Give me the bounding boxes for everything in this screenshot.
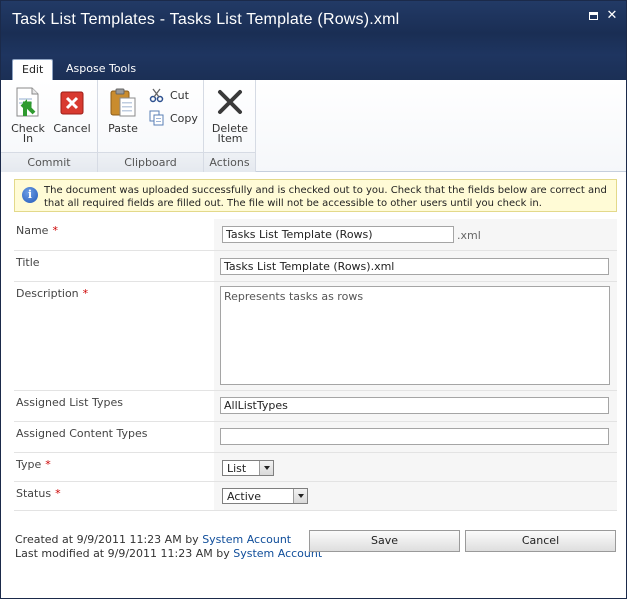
name-input[interactable]: Tasks List Template (Rows): [222, 226, 454, 243]
type-label: Type *: [16, 458, 51, 471]
actions-group: Delete Item Actions: [204, 80, 256, 172]
created-by-link[interactable]: System Account: [202, 533, 291, 546]
cancel-icon: [60, 91, 84, 115]
maximize-icon: [588, 12, 598, 20]
scissors-icon: [149, 88, 164, 103]
copy-label: Copy: [170, 111, 198, 125]
commit-group: Check In Cancel Commit: [1, 80, 98, 172]
assigned-content-types-input[interactable]: [220, 428, 609, 445]
clipboard-group: Paste Cut Copy Clipboard: [98, 80, 204, 172]
paste-label: Paste: [108, 122, 138, 135]
check-in-icon: [16, 87, 39, 117]
assigned-list-types-label: Assigned List Types: [16, 396, 123, 409]
name-label: Name *: [16, 224, 58, 237]
description-label: Description *: [16, 287, 89, 300]
maximize-button[interactable]: [587, 10, 599, 22]
status-row: Status * Active: [14, 482, 617, 511]
dialog: Task List Templates - Tasks List Templat…: [0, 0, 627, 599]
properties-form: Name * Tasks List Template (Rows) .xml Ti…: [14, 219, 617, 511]
cut-button[interactable]: Cut: [149, 86, 189, 104]
assigned-content-types-label: Assigned Content Types: [16, 427, 148, 440]
assigned-list-types-input[interactable]: AllListTypes: [220, 397, 609, 414]
paste-icon: [110, 88, 136, 117]
actions-group-label: Actions: [204, 152, 255, 172]
type-value: List: [227, 462, 247, 475]
commit-group-label: Commit: [1, 152, 97, 172]
status-message-bar: i The document was uploaded successfully…: [14, 179, 617, 212]
delete-label-2: Item: [217, 132, 243, 145]
tab-aspose-tools[interactable]: Aspose Tools: [56, 59, 146, 80]
cancel-label: Cancel: [53, 122, 91, 135]
info-icon: i: [22, 187, 38, 203]
save-button[interactable]: Save: [309, 530, 460, 552]
type-row: Type * List: [14, 453, 617, 482]
cut-label: Cut: [170, 88, 189, 102]
close-button[interactable]: ✕: [606, 8, 618, 23]
clipboard-group-label: Clipboard: [98, 152, 203, 172]
delete-icon: [218, 90, 242, 114]
title-bar: Task List Templates - Tasks List Templat…: [1, 1, 626, 55]
copy-button[interactable]: Copy: [149, 109, 198, 127]
title-row: Title Tasks List Template (Rows).xml: [14, 251, 617, 282]
type-select[interactable]: List: [222, 460, 274, 476]
check-in-button[interactable]: Check In: [8, 86, 48, 144]
close-icon: ✕: [606, 8, 618, 23]
status-label: Status *: [16, 487, 61, 500]
name-row: Name * Tasks List Template (Rows) .xml: [14, 219, 617, 251]
dialog-title: Task List Templates - Tasks List Templat…: [12, 11, 400, 28]
status-value: Active: [227, 490, 262, 503]
assigned-content-types-row: Assigned Content Types: [14, 422, 617, 453]
status-message: The document was uploaded successfully a…: [44, 185, 607, 209]
status-select[interactable]: Active: [222, 488, 308, 504]
paste-button[interactable]: Paste: [103, 86, 143, 134]
chevron-down-icon: [293, 489, 307, 503]
tab-edit[interactable]: Edit: [12, 59, 54, 80]
chevron-down-icon: [259, 461, 273, 475]
ribbon: Check In Cancel Commit Paste Cut Copy Cl…: [1, 80, 626, 172]
description-textarea[interactable]: Represents tasks as rows: [220, 286, 610, 385]
delete-item-button[interactable]: Delete Item: [210, 86, 250, 144]
ribbon-tabs: Edit Aspose Tools: [1, 55, 626, 80]
description-row: Description * Represents tasks as rows: [14, 282, 617, 391]
title-label: Title: [16, 256, 40, 269]
cancel-button[interactable]: Cancel: [465, 530, 616, 552]
ribbon-cancel-button[interactable]: Cancel: [52, 86, 92, 134]
check-in-label-2: In: [22, 132, 34, 145]
assigned-list-types-row: Assigned List Types AllListTypes: [14, 391, 617, 422]
name-extension: .xml: [457, 229, 481, 242]
title-input[interactable]: Tasks List Template (Rows).xml: [220, 258, 609, 275]
copy-icon: [149, 110, 164, 126]
version-info: Created at 9/9/2011 11:23 AM by System A…: [15, 533, 322, 561]
created-text: Created at 9/9/2011 11:23 AM by: [15, 533, 199, 546]
modified-text: Last modified at 9/9/2011 11:23 AM by: [15, 547, 230, 560]
